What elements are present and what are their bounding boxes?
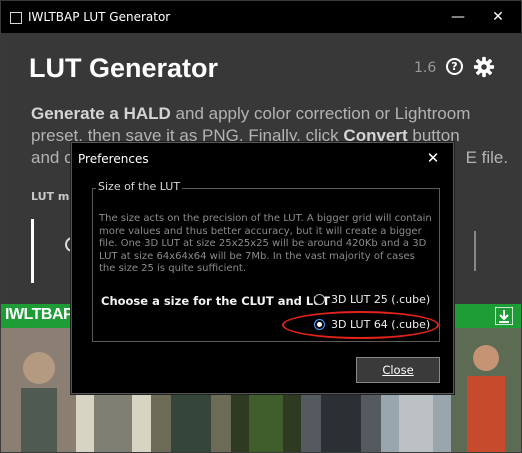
preferences-dialog: Preferences ✕ Size of the LUT The size a… <box>71 142 454 394</box>
choose-size-label: Choose a size for the CLUT and LUT <box>101 294 331 308</box>
dropzone-edge <box>464 231 476 271</box>
help-icon[interactable]: ? <box>446 58 463 75</box>
group-legend: Size of the LUT <box>96 180 183 193</box>
app-window: IWLTBAP LUT Generator — ✕ LUT Generator … <box>0 0 522 453</box>
brand-logo: IWLTBAP <box>5 306 74 323</box>
app-icon <box>10 12 22 24</box>
lut-size-explanation: The size acts on the precision of the LU… <box>99 213 432 274</box>
title-bar[interactable]: IWLTBAP LUT Generator — ✕ <box>1 1 521 33</box>
lut-label: LUT ma <box>31 190 77 203</box>
dialog-title: Preferences <box>78 152 149 166</box>
highlight-annotation <box>282 311 439 339</box>
close-button[interactable]: Close <box>356 357 440 383</box>
window-title: IWLTBAP LUT Generator <box>28 10 171 24</box>
radio-lut-25-label: 3D LUT 25 (.cube) <box>331 293 431 306</box>
desc-bold-hald: Generate a HALD <box>31 104 171 123</box>
dialog-close-icon[interactable]: ✕ <box>423 148 443 168</box>
app-heading: LUT Generator <box>29 53 219 83</box>
thumbnail-image <box>451 328 521 452</box>
close-window-button[interactable]: ✕ <box>483 6 513 28</box>
gear-icon[interactable] <box>473 56 495 78</box>
minimize-button[interactable]: — <box>443 6 473 28</box>
thumbnail-image <box>1 328 76 452</box>
desc-line3-pre: and c <box>31 148 73 167</box>
desc-line3-post: E file. <box>465 148 509 167</box>
desc-line1: and apply color correction or Lightroom <box>170 104 471 123</box>
radio-lut-25[interactable]: 3D LUT 25 (.cube) <box>314 293 454 309</box>
download-icon[interactable] <box>495 307 513 325</box>
radio-dot[interactable] <box>314 294 325 305</box>
version-label: 1.6 <box>414 60 437 76</box>
